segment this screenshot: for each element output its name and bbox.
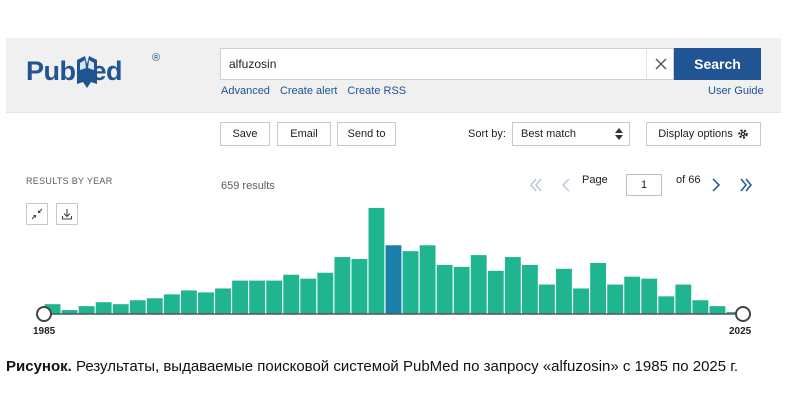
- pubmed-logo[interactable]: Pub ed ®: [26, 52, 166, 94]
- year-bar-1991[interactable]: [146, 298, 163, 314]
- year-bar-2009[interactable]: [453, 266, 470, 314]
- search-box: [220, 48, 674, 80]
- year-bar-1990[interactable]: [129, 300, 146, 314]
- year-bar-2006[interactable]: [402, 251, 419, 314]
- range-end-handle[interactable]: [735, 306, 751, 322]
- sort-select[interactable]: Best match: [512, 122, 630, 146]
- pubmed-results-window: Pubed ® Search Advanced Create alert Creat…: [6, 38, 781, 345]
- sort-arrows-icon: [615, 128, 623, 140]
- figure-caption: Рисунок. Результаты, выдаваемые поисково…: [6, 357, 776, 377]
- gear-icon: [738, 129, 748, 139]
- year-bar-1999[interactable]: [283, 274, 300, 314]
- year-bar-1994[interactable]: [198, 292, 214, 314]
- year-bar-1989[interactable]: [112, 304, 129, 314]
- year-bar-2008[interactable]: [436, 264, 453, 314]
- year-bar-1998[interactable]: [266, 280, 283, 314]
- year-bar-2013[interactable]: [521, 264, 538, 314]
- year-bar-1997[interactable]: [249, 280, 266, 314]
- range-start-handle[interactable]: [36, 306, 52, 322]
- year-bar-1992[interactable]: [163, 294, 180, 314]
- year-bar-1987[interactable]: [78, 306, 95, 314]
- page-label: Page: [582, 174, 608, 186]
- display-options-button[interactable]: Display options: [646, 122, 761, 146]
- year-bar-2018[interactable]: [607, 284, 624, 314]
- year-bar-2010[interactable]: [470, 255, 487, 314]
- clear-search-button[interactable]: [646, 50, 675, 78]
- results-by-year-label: RESULTS BY YEAR: [26, 176, 113, 186]
- year-bar-2005[interactable]: [385, 245, 402, 314]
- year-bar-2003[interactable]: [351, 259, 368, 314]
- create-rss-link[interactable]: Create RSS: [347, 85, 406, 97]
- year-bar-1993[interactable]: [180, 290, 197, 314]
- caption-text: Результаты, выдаваемые поисковой системо…: [71, 358, 739, 375]
- year-bar-2022[interactable]: [675, 284, 692, 314]
- year-bar-2011[interactable]: [487, 270, 504, 314]
- year-bar-2001[interactable]: [317, 272, 334, 314]
- year-bar-2019[interactable]: [624, 276, 641, 314]
- divider: [6, 112, 781, 113]
- results-by-year-chart[interactable]: [6, 188, 781, 338]
- sort-label: Sort by:: [468, 128, 506, 140]
- caption-bold: Рисунок.: [6, 358, 72, 375]
- search-links: Advanced Create alert Create RSS: [221, 85, 416, 97]
- year-bar-2016[interactable]: [573, 288, 589, 314]
- year-bar-2014[interactable]: [539, 284, 555, 314]
- close-icon: [655, 58, 667, 70]
- search-button[interactable]: Search: [674, 48, 761, 80]
- year-bar-2015[interactable]: [556, 268, 572, 314]
- email-button[interactable]: Email: [277, 122, 331, 146]
- display-options-label: Display options: [658, 128, 733, 140]
- search-input[interactable]: [229, 54, 629, 74]
- year-bar-2021[interactable]: [658, 296, 675, 314]
- year-bar-2024[interactable]: [709, 306, 726, 314]
- advanced-link[interactable]: Advanced: [221, 85, 270, 97]
- year-bar-2007[interactable]: [419, 245, 436, 314]
- year-bar-2004[interactable]: [368, 207, 385, 314]
- year-bar-2017[interactable]: [590, 262, 607, 314]
- send-to-button[interactable]: Send to: [337, 122, 396, 146]
- sort-value: Best match: [521, 128, 577, 140]
- registered-mark: ®: [152, 52, 161, 64]
- header: Pubed ® Search Advanced Create alert Creat…: [6, 38, 781, 112]
- year-bar-1988[interactable]: [95, 302, 112, 314]
- end-year-label: 2025: [729, 326, 752, 337]
- year-bar-2020[interactable]: [641, 278, 658, 314]
- page-total: of 66: [676, 174, 701, 186]
- year-bar-1995[interactable]: [215, 288, 231, 314]
- year-bar-2012[interactable]: [504, 257, 521, 314]
- start-year-label: 1985: [33, 326, 56, 337]
- logo-book-icon: [77, 56, 97, 88]
- logo-text-left: Pub: [26, 56, 76, 86]
- year-bar-2023[interactable]: [692, 300, 709, 314]
- year-bar-2002[interactable]: [334, 257, 351, 314]
- year-bar-1996[interactable]: [232, 280, 248, 314]
- year-bar-2000[interactable]: [300, 278, 317, 314]
- create-alert-link[interactable]: Create alert: [280, 85, 337, 97]
- user-guide-link[interactable]: User Guide: [708, 85, 764, 97]
- save-button[interactable]: Save: [220, 122, 270, 146]
